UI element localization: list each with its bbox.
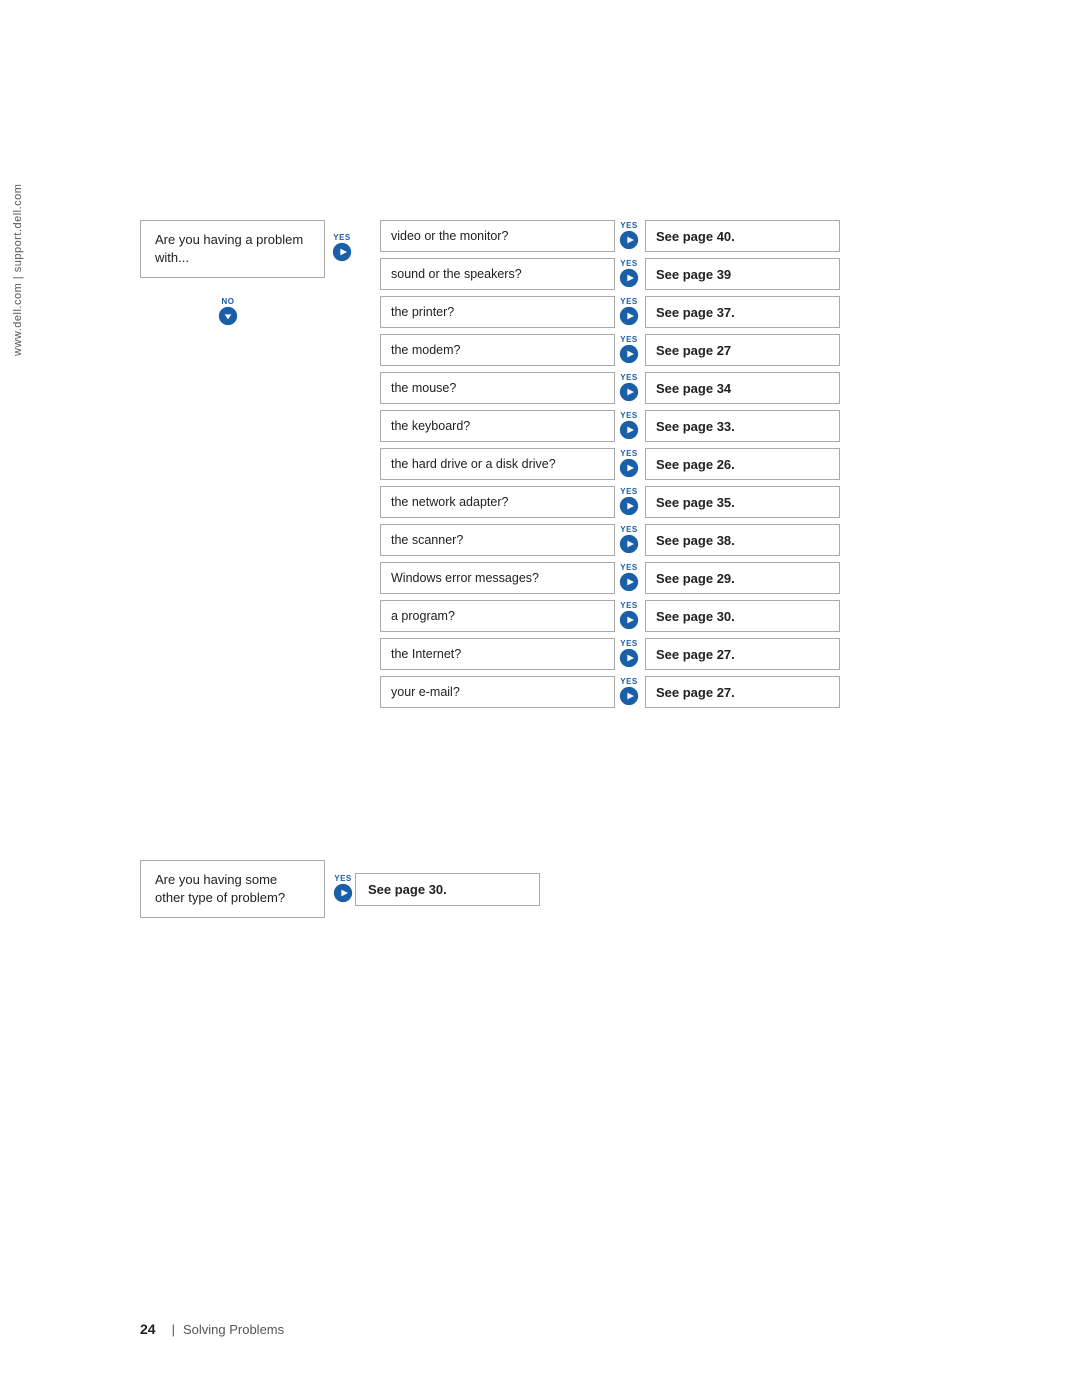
footer-separator: | [172,1322,175,1337]
other-answer-box: See page 30. [355,873,540,906]
question-box: the scanner? [380,524,615,556]
yes-badge-other: YES [333,875,353,903]
question-box: the modem? [380,334,615,366]
yes-arrow-right-icon [332,242,352,262]
yes-arrow-icon-2 [619,268,639,288]
question-box: the mouse? [380,372,615,404]
question-row: the mouse? YES See page 34 [380,372,900,404]
yes-label-12: YES [620,640,638,648]
question-row: the printer? YES See page 37. [380,296,900,328]
yes-badge-1: YES [619,222,639,250]
other-problem-box: Are you having some other type of proble… [140,860,325,918]
yes-label-7: YES [620,450,638,458]
question-row: a program? YES See page 30. [380,600,900,632]
other-answer-text: See page 30. [368,882,447,897]
answer-box-1: See page 40. [645,220,840,252]
problem-box: Are you having a problem with... [140,220,325,278]
yes-label-11: YES [620,602,638,610]
yes-arrow-icon-10 [619,572,639,592]
problem-box-text: Are you having a problem with... [155,232,303,265]
yes-arrow-icon-5 [619,382,639,402]
question-box: the printer? [380,296,615,328]
question-box: the network adapter? [380,486,615,518]
yes-arrow-icon-13 [619,686,639,706]
yes-badge-main: YES [332,234,352,262]
yes-arrow-icon-3 [619,306,639,326]
question-row: the hard drive or a disk drive? YES See pa… [380,448,900,480]
yes-label-10: YES [620,564,638,572]
question-box: Windows error messages? [380,562,615,594]
answer-box-3: See page 37. [645,296,840,328]
answer-box-9: See page 38. [645,524,840,556]
yes-badge-6: YES [619,412,639,440]
yes-badge-3: YES [619,298,639,326]
page-container: www.dell.com | support.dell.com Are you … [0,0,1080,1397]
no-arrow-down-icon [218,306,238,326]
yes-label-8: YES [620,488,638,496]
other-yes-arrow-icon [333,883,353,903]
side-text: www.dell.com | support.dell.com [12,184,24,356]
question-row: your e-mail? YES See page 27. [380,676,900,708]
answer-box-7: See page 26. [645,448,840,480]
yes-arrow-icon-8 [619,496,639,516]
yes-badge-13: YES [619,678,639,706]
other-problem-section: Are you having some other type of proble… [140,860,540,918]
footer-text: Solving Problems [183,1322,284,1337]
yes-badge-12: YES [619,640,639,668]
question-box: the hard drive or a disk drive? [380,448,615,480]
yes-badge-9: YES [619,526,639,554]
yes-label-5: YES [620,374,638,382]
other-problem-text: Are you having some other type of proble… [155,872,285,905]
answer-box-4: See page 27 [645,334,840,366]
answer-box-5: See page 34 [645,372,840,404]
yes-label-1: YES [620,222,638,230]
yes-label-2: YES [620,260,638,268]
answer-box-13: See page 27. [645,676,840,708]
yes-arrow-icon-1 [619,230,639,250]
yes-badge-2: YES [619,260,639,288]
yes-label-3: YES [620,298,638,306]
yes-label-9: YES [620,526,638,534]
question-row: the Internet? YES See page 27. [380,638,900,670]
question-box: the Internet? [380,638,615,670]
yes-label-6: YES [620,412,638,420]
question-box: your e-mail? [380,676,615,708]
question-box: a program? [380,600,615,632]
yes-arrow-icon-11 [619,610,639,630]
answer-box-10: See page 29. [645,562,840,594]
yes-badge-5: YES [619,374,639,402]
question-row: sound or the speakers? YES See page 39 [380,258,900,290]
question-row: the scanner? YES See page 38. [380,524,900,556]
yes-arrow-icon-12 [619,648,639,668]
yes-badge-7: YES [619,450,639,478]
yes-badge-4: YES [619,336,639,364]
question-row: the modem? YES See page 27 [380,334,900,366]
question-row: video or the monitor? YES See page 40. [380,220,900,252]
yes-label-4: YES [620,336,638,344]
answer-box-12: See page 27. [645,638,840,670]
question-box: video or the monitor? [380,220,615,252]
yes-badge-11: YES [619,602,639,630]
yes-arrow-icon-4 [619,344,639,364]
yes-badge-8: YES [619,488,639,516]
yes-arrow-icon-9 [619,534,639,554]
yes-arrow-icon-7 [619,458,639,478]
questions-area: video or the monitor? YES See page 40. soun… [380,220,900,714]
question-row: the keyboard? YES See page 33. [380,410,900,442]
question-box: the keyboard? [380,410,615,442]
yes-arrow-icon-6 [619,420,639,440]
question-row: the network adapter? YES See page 35. [380,486,900,518]
answer-box-2: See page 39 [645,258,840,290]
page-footer: 24 | Solving Problems [140,1321,284,1337]
question-box: sound or the speakers? [380,258,615,290]
question-row: Windows error messages? YES See page 29. [380,562,900,594]
no-label: NO [222,298,235,306]
yes-badge-10: YES [619,564,639,592]
yes-label-13: YES [620,678,638,686]
answer-box-6: See page 33. [645,410,840,442]
answer-box-11: See page 30. [645,600,840,632]
answer-box-8: See page 35. [645,486,840,518]
page-number: 24 [140,1321,156,1337]
